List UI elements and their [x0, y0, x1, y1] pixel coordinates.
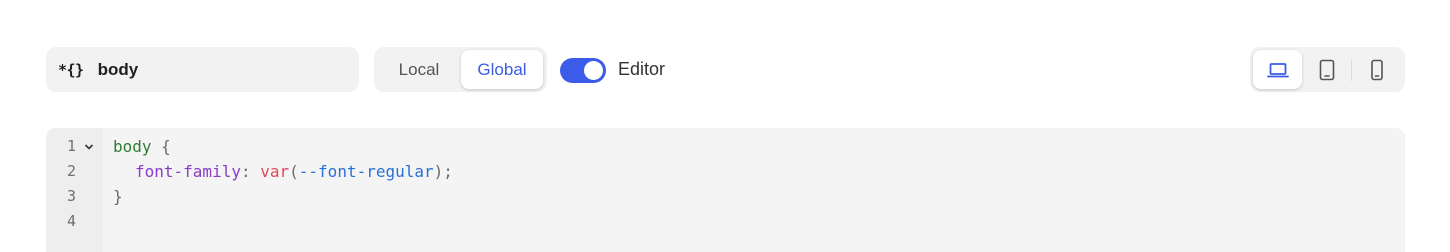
line-number: 2 [66, 162, 76, 180]
scope-global-button[interactable]: Global [461, 50, 543, 89]
editor-toggle-label: Editor [618, 59, 666, 79]
mobile-icon [1370, 59, 1383, 80]
code-line: font-family: var(--font-regular); [135, 159, 453, 184]
scope-local-button[interactable]: Local [377, 50, 461, 89]
css-variable-token: --font-regular [298, 162, 434, 181]
editor-toggle-switch[interactable] [560, 58, 606, 83]
colon-token: : [240, 162, 261, 181]
desktop-view-button[interactable] [1253, 50, 1302, 89]
css-selector-token: body [113, 137, 152, 156]
paren-token: ( [289, 162, 299, 181]
code-line: body { [113, 134, 171, 159]
brace-token: } [113, 187, 123, 206]
fold-chevron-icon[interactable] [84, 134, 94, 159]
toggle-knob [584, 61, 603, 80]
mobile-view-button[interactable] [1352, 50, 1401, 89]
css-editor-root: *{} body Local Global Editor 1 2 3 4 bod… [0, 0, 1450, 252]
paren-token: ); [433, 162, 453, 181]
line-number: 1 [66, 137, 76, 155]
line-number: 3 [66, 187, 76, 205]
code-text-area[interactable]: body { font-family: var(--font-regular);… [113, 128, 1405, 252]
css-function-token: var [260, 162, 290, 181]
scope-toggle: Local Global [374, 47, 547, 92]
line-number: 4 [66, 212, 76, 230]
selector-field[interactable]: *{} body [46, 47, 359, 92]
code-editor[interactable]: 1 2 3 4 body { font-family: var(--font-r… [46, 128, 1405, 252]
selector-name: body [97, 59, 139, 79]
tablet-icon [1319, 59, 1334, 80]
code-line: } [113, 184, 123, 209]
tablet-view-button[interactable] [1302, 50, 1351, 89]
device-preview-group [1250, 47, 1405, 92]
css-selector-icon: *{} [58, 60, 84, 79]
line-number-gutter: 1 2 3 4 [46, 128, 103, 252]
laptop-icon [1266, 62, 1289, 77]
brace-token: { [151, 137, 171, 156]
css-property-token: font-family [135, 162, 241, 181]
